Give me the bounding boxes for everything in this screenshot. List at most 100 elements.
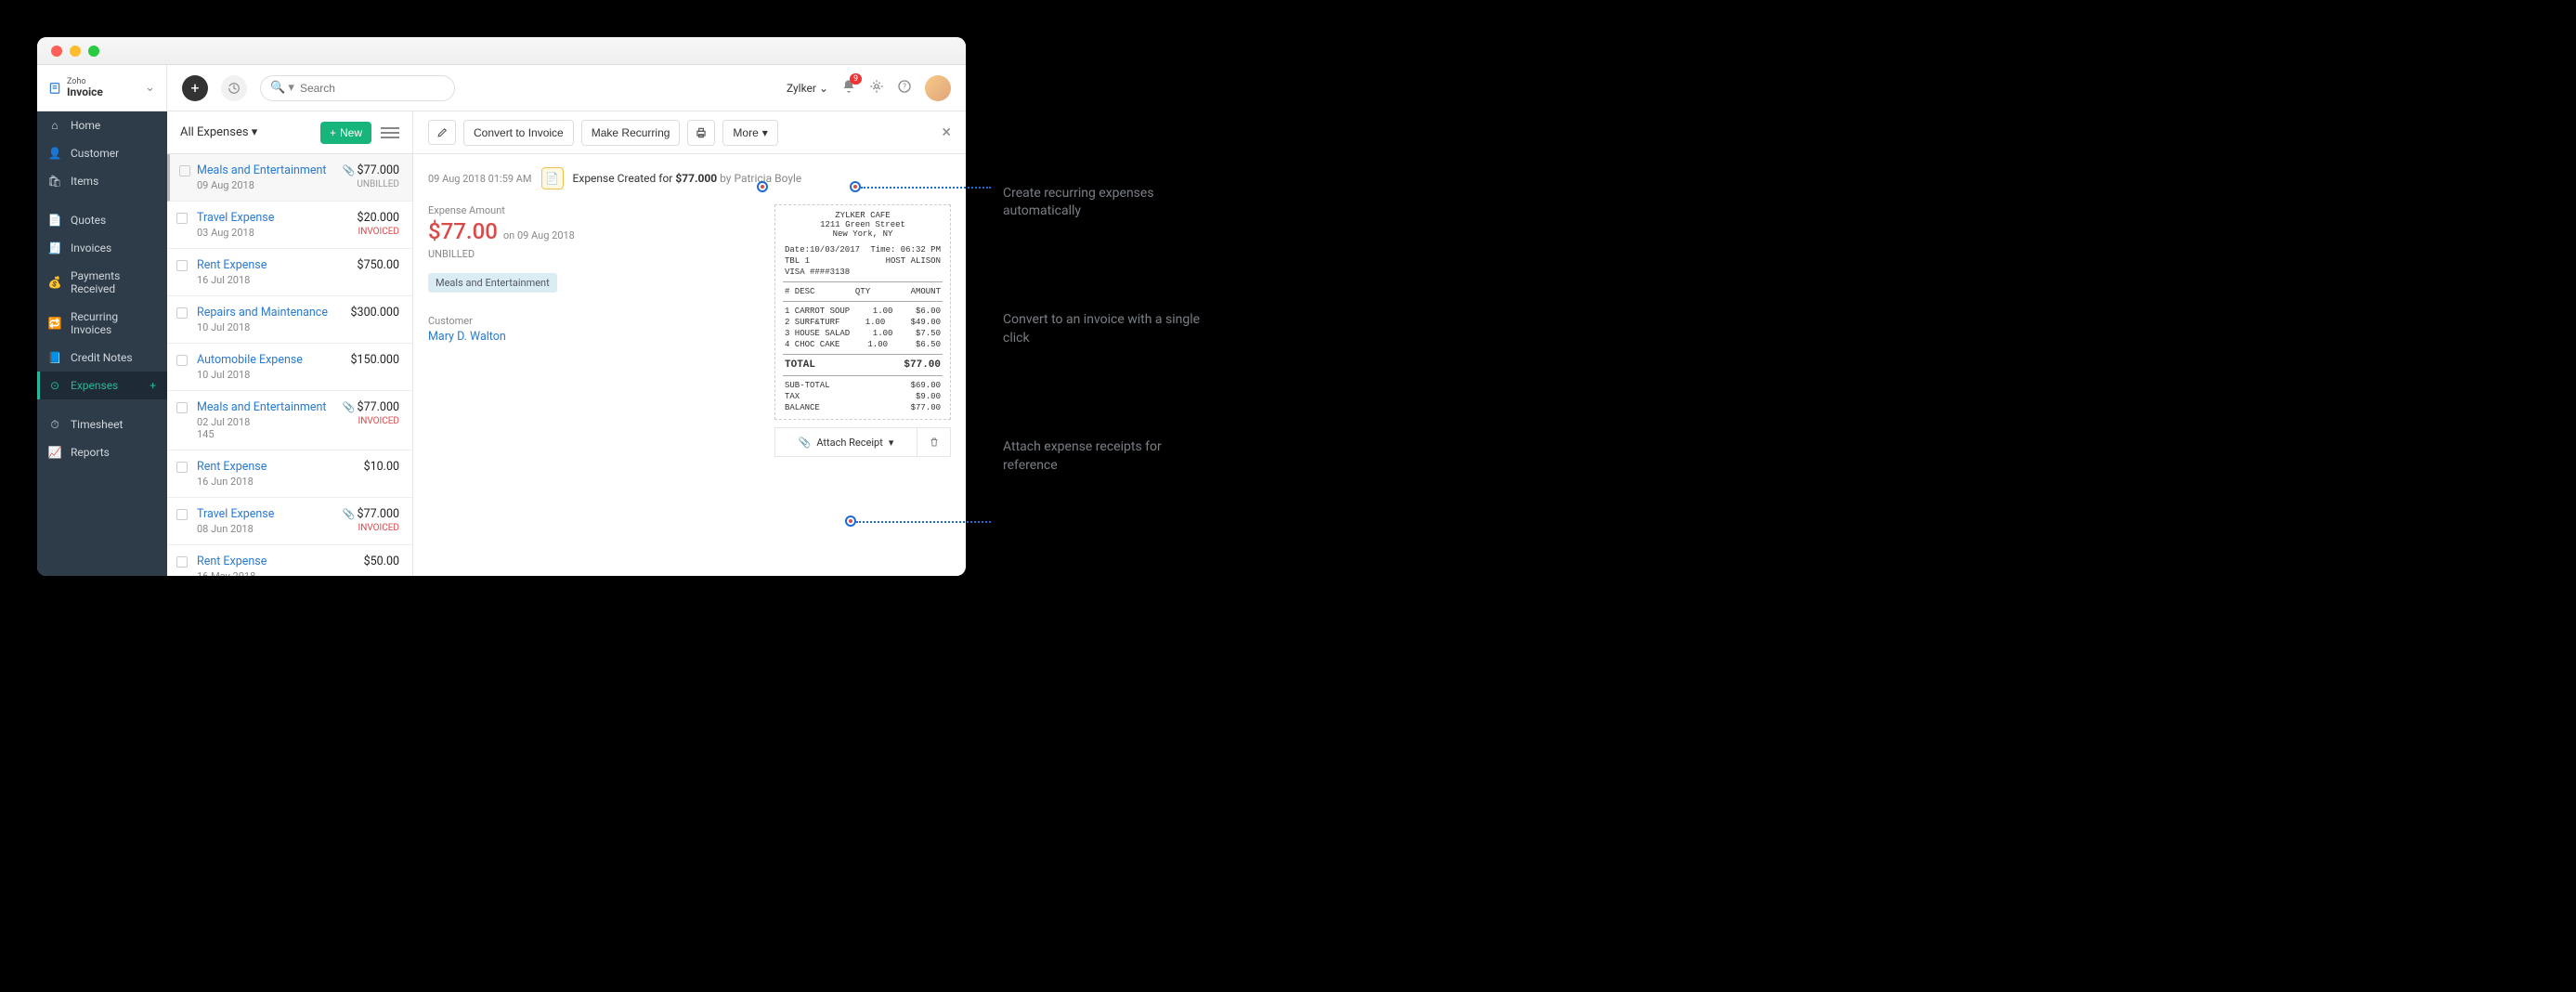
expense-row[interactable]: Meals and Entertainment02 Jul 2018145📎$7… — [167, 391, 412, 450]
history-icon — [228, 82, 241, 95]
brand-cell[interactable]: Zoho Invoice ⌄ — [37, 65, 167, 111]
sidebar-item-expenses[interactable]: ⊙ Expenses + — [37, 372, 167, 399]
window-titlebar — [37, 37, 966, 65]
expense-date: 16 May 2018 — [197, 570, 399, 576]
sidebar-item-reports[interactable]: 📈 Reports — [37, 438, 167, 466]
callout-marker — [757, 181, 768, 192]
print-button[interactable] — [687, 120, 715, 146]
expense-ref: 145 — [197, 428, 399, 440]
row-checkbox[interactable] — [176, 462, 188, 473]
expense-row[interactable]: Travel Expense03 Aug 2018$20.000INVOICED — [167, 202, 412, 249]
list-view-toggle[interactable] — [381, 124, 399, 142]
help-icon: ? — [897, 79, 912, 94]
window-max-dot[interactable] — [88, 46, 99, 57]
window-close-dot[interactable] — [51, 46, 62, 57]
sidebar-item-home[interactable]: ⌂Home — [37, 111, 167, 139]
edit-button[interactable] — [428, 120, 456, 145]
sidebar-icon: 📄 — [48, 214, 61, 227]
expense-detail-panel: Convert to Invoice Make Recurring More ▾… — [413, 111, 966, 576]
window-min-dot[interactable] — [70, 46, 81, 57]
sidebar-icon: 👤 — [48, 147, 61, 160]
row-checkbox[interactable] — [176, 509, 188, 520]
help-button[interactable]: ? — [897, 79, 912, 98]
expense-row[interactable]: Meals and Entertainment09 Aug 2018📎$77.0… — [167, 154, 412, 202]
sidebar-item-label: Expenses — [71, 379, 118, 392]
search-input[interactable] — [300, 82, 445, 95]
sidebar-item-timesheet[interactable]: ⏱ Timesheet — [37, 411, 167, 438]
receipt-line: 4 CHOC CAKE1.00$6.50 — [781, 339, 944, 350]
gear-icon — [869, 79, 884, 94]
sidebar-item-recurring-invoices[interactable]: 🔁Recurring Invoices — [37, 303, 167, 344]
sidebar: ⌂Home 👤 Customer 🛍Items 📄Quotes🧾Invoices💰Pay… — [37, 111, 167, 576]
expense-row[interactable]: Rent Expense16 May 2018$50.00 — [167, 545, 412, 576]
org-switcher[interactable]: Zylker ⌄ — [787, 82, 828, 95]
sidebar-item-items[interactable]: 🛍Items — [37, 167, 167, 195]
sidebar-item-customer[interactable]: 👤 Customer — [37, 139, 167, 167]
row-checkbox[interactable] — [176, 307, 188, 319]
settings-button[interactable] — [869, 79, 884, 98]
expense-status: INVOICED — [343, 416, 399, 426]
expense-amount: $750.00 — [358, 258, 399, 272]
new-expense-button[interactable]: + New — [320, 122, 371, 144]
sidebar-item-label: Customer — [71, 147, 119, 160]
note-icon: 📄 — [541, 167, 564, 189]
delete-receipt-button[interactable] — [917, 428, 950, 456]
expense-status: UNBILLED — [343, 179, 399, 189]
expense-row[interactable]: Rent Expense16 Jul 2018$750.00 — [167, 249, 412, 296]
list-title[interactable]: All Expenses ▾ — [180, 125, 257, 139]
convert-to-invoice-button[interactable]: Convert to Invoice — [463, 120, 574, 146]
attach-receipt-button[interactable]: 📎 Attach Receipt ▾ — [775, 437, 917, 449]
search-box[interactable]: 🔍 ▾ — [260, 75, 455, 101]
row-checkbox[interactable] — [176, 260, 188, 271]
sidebar-item-label: Reports — [71, 446, 110, 459]
expense-date: 10 Jul 2018 — [197, 321, 399, 333]
row-checkbox[interactable] — [179, 165, 190, 176]
sidebar-item-invoices[interactable]: 🧾Invoices — [37, 234, 167, 262]
global-add-button[interactable]: + — [182, 75, 208, 101]
callout-marker — [850, 181, 861, 192]
sidebar-item-payments-received[interactable]: 💰Payments Received — [37, 262, 167, 303]
sidebar-icon: ⌂ — [48, 119, 61, 132]
callout-line — [856, 521, 991, 523]
sidebar-icon: 📈 — [48, 446, 61, 459]
expense-amount: $50.00 — [364, 555, 399, 568]
sidebar-item-credit-notes[interactable]: 📘 Credit Notes — [37, 344, 167, 372]
receipt-line: 3 HOUSE SALAD1.00$7.50 — [781, 328, 944, 339]
sidebar-item-label: Credit Notes — [71, 351, 133, 364]
expense-row[interactable]: Rent Expense16 Jun 2018$10.00 — [167, 450, 412, 498]
more-menu-button[interactable]: More ▾ — [722, 120, 777, 146]
row-checkbox[interactable] — [176, 556, 188, 568]
user-avatar[interactable] — [925, 75, 951, 101]
sidebar-icon: 📘 — [48, 351, 61, 364]
history-button[interactable] — [221, 75, 247, 101]
expense-date: 16 Jun 2018 — [197, 476, 399, 488]
sidebar-icon: 🛍 — [48, 175, 61, 188]
expense-amount: $20.000 — [358, 211, 399, 225]
row-checkbox[interactable] — [176, 402, 188, 413]
sidebar-icon: ⏱ — [48, 418, 61, 431]
customer-link[interactable]: Mary D. Walton — [428, 330, 756, 344]
event-description: Expense Created for $77.000 by Patricia … — [573, 172, 802, 185]
sidebar-icon: ⊙ — [48, 379, 61, 392]
sidebar-item-quotes[interactable]: 📄Quotes — [37, 206, 167, 234]
trash-icon — [929, 437, 940, 448]
brand-big: Invoice — [67, 86, 103, 98]
brand-chevron-icon[interactable]: ⌄ — [145, 81, 155, 95]
sidebar-icon: 💰 — [48, 276, 61, 289]
expense-row[interactable]: Repairs and Maintenance10 Jul 2018$300.0… — [167, 296, 412, 344]
search-scope-icon[interactable]: 🔍 ▾ — [270, 81, 294, 95]
expense-row[interactable]: Automobile Expense10 Jul 2018$150.000 — [167, 344, 412, 391]
row-checkbox[interactable] — [176, 355, 188, 366]
make-recurring-button[interactable]: Make Recurring — [581, 120, 681, 146]
expense-row[interactable]: Travel Expense08 Jun 2018📎$77.000INVOICE… — [167, 498, 412, 545]
add-expense-icon[interactable]: + — [150, 379, 156, 392]
notifications-button[interactable]: 9 — [841, 79, 856, 98]
row-checkbox[interactable] — [176, 213, 188, 224]
close-detail-button[interactable]: × — [942, 123, 951, 142]
app-window: Zoho Invoice ⌄ + 🔍 ▾ Zylker ⌄ 9 — [37, 37, 966, 576]
expense-amount: 📎$77.000 — [343, 163, 399, 177]
expense-status: INVOICED — [358, 227, 399, 237]
sidebar-item-label: Invoices — [71, 241, 111, 255]
callout-line — [861, 187, 991, 189]
sidebar-item-label: Timesheet — [71, 418, 123, 431]
